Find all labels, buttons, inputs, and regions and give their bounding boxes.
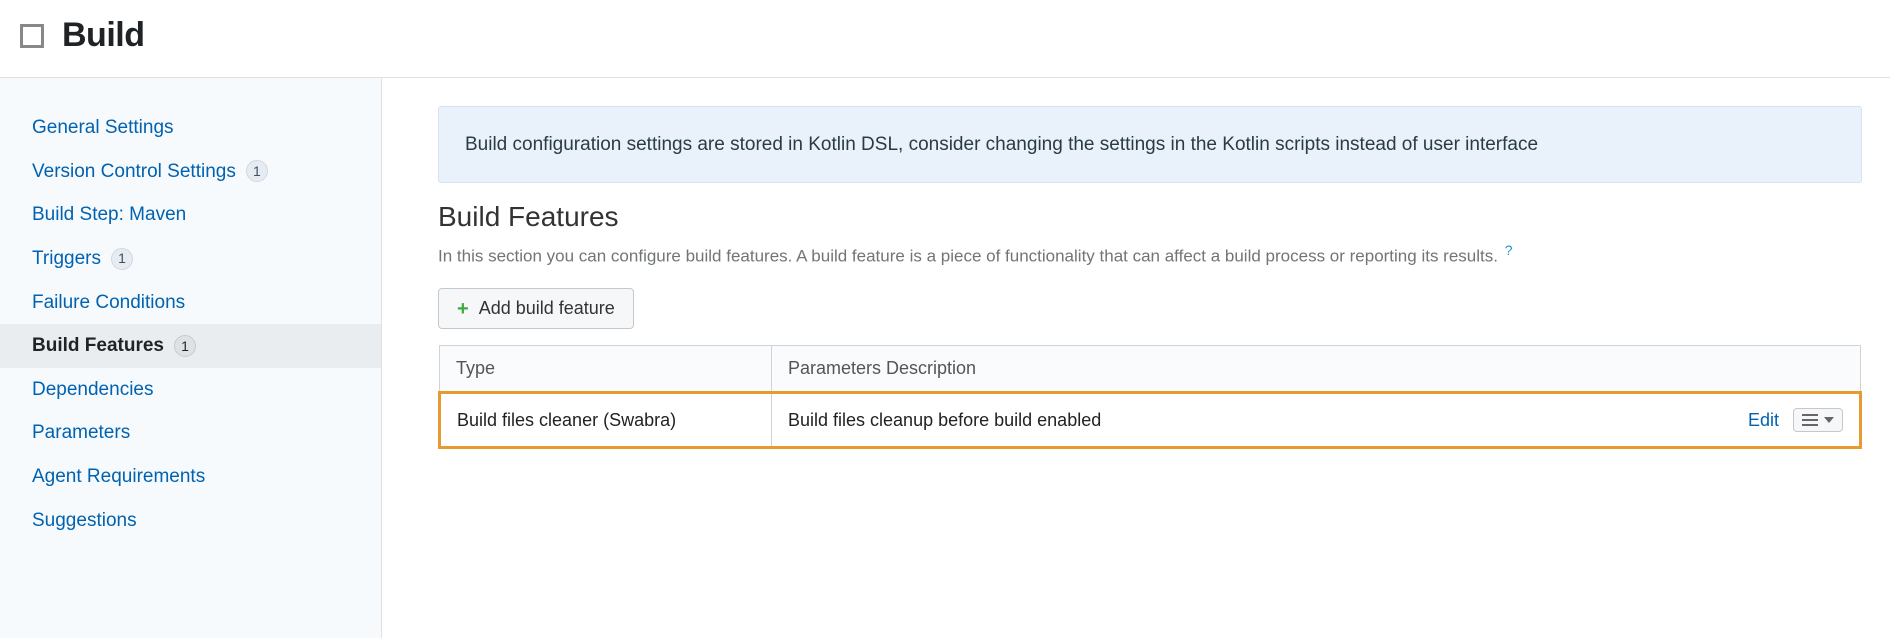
sidebar-item-parameters[interactable]: Parameters (0, 411, 381, 455)
cell-type: Build files cleaner (Swabra) (440, 393, 772, 448)
row-menu-button[interactable] (1793, 408, 1843, 432)
sidebar-badge: 1 (111, 248, 133, 270)
add-button-label: Add build feature (479, 298, 615, 319)
sidebar-item-label: Version Control Settings (32, 159, 236, 185)
cell-parameters-text: Build files cleanup before build enabled (788, 410, 1101, 431)
build-config-icon (20, 24, 44, 48)
build-features-table: Type Parameters Description Build files … (438, 345, 1862, 449)
sidebar-item-version-control-settings[interactable]: Version Control Settings 1 (0, 150, 381, 194)
sidebar-item-triggers[interactable]: Triggers 1 (0, 237, 381, 281)
layout: General Settings Version Control Setting… (0, 78, 1890, 638)
plus-icon: + (457, 299, 469, 319)
page-header: Build (0, 0, 1890, 78)
help-icon[interactable]: ? (1505, 242, 1513, 258)
sidebar-item-build-features[interactable]: Build Features 1 (0, 324, 381, 368)
sidebar-item-label: Failure Conditions (32, 290, 185, 316)
sidebar-item-label: Agent Requirements (32, 464, 205, 490)
add-build-feature-button[interactable]: + Add build feature (438, 288, 634, 329)
list-icon (1802, 414, 1818, 426)
sidebar-item-label: Triggers (32, 246, 101, 272)
sidebar-item-failure-conditions[interactable]: Failure Conditions (0, 281, 381, 325)
sidebar-item-label: Dependencies (32, 377, 153, 403)
section-title: Build Features (438, 201, 1862, 233)
sidebar-item-label: Build Step: Maven (32, 202, 186, 228)
page-title: Build (62, 16, 144, 55)
sidebar-item-general-settings[interactable]: General Settings (0, 106, 381, 150)
table-row[interactable]: Build files cleaner (Swabra) Build files… (440, 393, 1861, 448)
sidebar-item-label: Parameters (32, 420, 130, 446)
sidebar-item-build-step-maven[interactable]: Build Step: Maven (0, 193, 381, 237)
sidebar-item-label: Suggestions (32, 508, 137, 534)
table-header-row: Type Parameters Description (440, 346, 1861, 393)
column-header-type: Type (440, 346, 772, 393)
section-description-text: In this section you can configure build … (438, 247, 1498, 266)
sidebar-item-agent-requirements[interactable]: Agent Requirements (0, 455, 381, 499)
info-banner: Build configuration settings are stored … (438, 106, 1862, 183)
sidebar-item-dependencies[interactable]: Dependencies (0, 368, 381, 412)
row-actions: Edit (1748, 408, 1843, 432)
main-content: Build configuration settings are stored … (382, 78, 1890, 638)
column-header-parameters: Parameters Description (772, 346, 1861, 393)
section-description: In this section you can configure build … (438, 239, 1862, 270)
cell-parameters: Build files cleanup before build enabled… (772, 393, 1861, 448)
sidebar-badge: 1 (174, 335, 196, 357)
sidebar-item-label: Build Features (32, 333, 164, 359)
sidebar-item-suggestions[interactable]: Suggestions (0, 499, 381, 543)
edit-link[interactable]: Edit (1748, 410, 1779, 431)
sidebar: General Settings Version Control Setting… (0, 78, 382, 638)
sidebar-item-label: General Settings (32, 115, 174, 141)
chevron-down-icon (1824, 417, 1834, 423)
sidebar-badge: 1 (246, 160, 268, 182)
